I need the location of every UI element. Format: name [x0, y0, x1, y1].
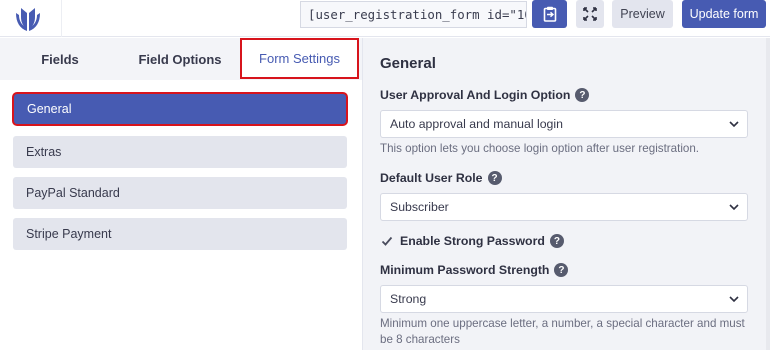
divider [61, 0, 62, 37]
approval-label-text: User Approval And Login Option [380, 88, 571, 102]
preview-button[interactable]: Preview [612, 0, 673, 28]
help-icon[interactable]: ? [575, 88, 590, 102]
password-strength-select[interactable]: Strong [380, 285, 748, 313]
builder-left-panel: Fields Field Options Form Settings Gener… [0, 38, 363, 350]
settings-nav-general[interactable]: General [14, 94, 346, 124]
checkmark-icon[interactable] [380, 234, 394, 248]
help-icon[interactable]: ? [549, 234, 564, 248]
help-icon[interactable]: ? [554, 263, 569, 277]
default-role-value: Subscriber [390, 200, 449, 214]
help-icon[interactable]: ? [487, 171, 502, 185]
clipboard-icon [543, 6, 556, 22]
role-label: Default User Role ? [380, 171, 502, 185]
section-title: General [380, 55, 436, 72]
strength-label: Minimum Password Strength ? [380, 263, 569, 277]
approval-select-value: Auto approval and manual login [390, 117, 563, 131]
tab-field-options[interactable]: Field Options [120, 38, 240, 80]
update-form-button[interactable]: Update form [682, 0, 766, 28]
scrollbar[interactable] [766, 38, 770, 350]
tab-fields[interactable]: Fields [0, 38, 120, 80]
chevron-down-icon [729, 121, 739, 128]
top-toolbar: [user_registration_form id="10"] Preview… [0, 0, 770, 37]
approval-label: User Approval And Login Option ? [380, 88, 590, 102]
shortcode-field[interactable]: [user_registration_form id="10"] [300, 1, 527, 28]
copy-shortcode-button[interactable] [532, 0, 567, 28]
user-registration-logo-icon [12, 2, 44, 34]
fullscreen-button[interactable] [576, 0, 604, 28]
settings-nav-stripe-payment[interactable]: Stripe Payment [13, 218, 347, 250]
strength-help-text: Minimum one uppercase letter, a number, … [380, 317, 745, 346]
strength-label-text: Minimum Password Strength [380, 263, 550, 277]
builder-tabs: Fields Field Options Form Settings [0, 38, 362, 80]
settings-panel: General User Approval And Login Option ?… [363, 38, 770, 350]
approval-help-text: This option lets you choose login option… [380, 142, 700, 155]
settings-nav-paypal-standard[interactable]: PayPal Standard [13, 177, 347, 209]
chevron-down-icon [729, 296, 739, 303]
default-role-select[interactable]: Subscriber [380, 193, 748, 221]
tab-form-settings[interactable]: Form Settings [240, 38, 359, 79]
password-strength-value: Strong [390, 292, 427, 306]
chevron-down-icon [729, 204, 739, 211]
strong-password-label: Enable Strong Password [400, 234, 545, 248]
expand-icon [583, 7, 597, 21]
strong-password-checkbox-row[interactable]: Enable Strong Password ? [380, 234, 564, 248]
settings-nav-extras[interactable]: Extras [13, 136, 347, 168]
approval-select[interactable]: Auto approval and manual login [380, 110, 748, 138]
role-label-text: Default User Role [380, 171, 483, 185]
